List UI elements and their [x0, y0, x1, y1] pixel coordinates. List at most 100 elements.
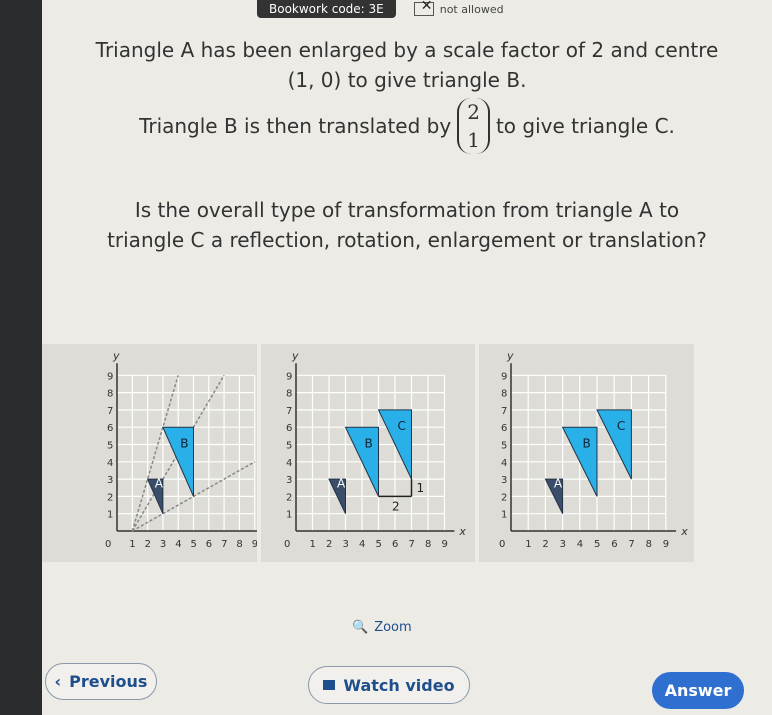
translation-vector: 2 1 — [457, 98, 490, 154]
question-line-2: Triangle B is then translated by 2 1 to … — [42, 98, 772, 154]
x-tick-label: 6 — [392, 539, 398, 550]
x-tick-label: 1 — [309, 539, 315, 550]
y-tick-label: 2 — [107, 492, 113, 503]
graphs: xy0123456789123456789AB xy01234567891234… — [42, 344, 695, 562]
triangle-label-b: B — [583, 436, 591, 450]
calculator-status: not allowed — [413, 0, 504, 16]
x-tick-label: 8 — [646, 539, 652, 550]
x-tick-label: 5 — [191, 539, 197, 550]
y-tick-label: 7 — [501, 406, 507, 417]
x-tick-label: 7 — [221, 539, 227, 550]
y-tick-label: 8 — [286, 389, 292, 400]
triangle-label-b: B — [180, 436, 188, 450]
y-tick-label: 6 — [107, 423, 113, 434]
x-tick-label: 4 — [175, 539, 181, 550]
y-tick-label: 4 — [501, 458, 507, 469]
x-tick-label: 8 — [236, 539, 242, 550]
x-tick-label: 2 — [145, 539, 151, 550]
zoom-label: Zoom — [374, 620, 412, 635]
construction-ray — [131, 375, 179, 532]
x-tick-label: 6 — [612, 539, 618, 550]
top-bar: Bookwork code: 3E not allowed — [257, 0, 504, 18]
x-tick-label: 9 — [663, 539, 669, 550]
triangle-label-c: C — [617, 419, 625, 433]
x-tick-label: 3 — [160, 539, 166, 550]
y-axis-label: y — [506, 350, 514, 363]
previous-label: Previous — [69, 672, 148, 691]
y-tick-label: 4 — [107, 458, 113, 469]
x-tick-label: 4 — [577, 539, 583, 550]
triangle-label-a: A — [554, 477, 563, 491]
question-text: to give triangle C. — [495, 114, 675, 138]
calculator-not-allowed-icon — [413, 0, 434, 16]
arrow-label-horizontal: 2 — [392, 499, 400, 513]
y-tick-label: 5 — [107, 441, 113, 452]
chevron-left-icon: ‹ — [54, 672, 62, 691]
x-tick-label: 0 — [499, 539, 505, 550]
y-axis-label: y — [112, 350, 120, 363]
x-tick-label: 5 — [594, 539, 600, 550]
y-tick-label: 3 — [286, 475, 292, 486]
x-axis-label: x — [681, 525, 689, 538]
video-camera-icon — [323, 680, 336, 690]
x-tick-label: 0 — [284, 539, 290, 550]
answer-button[interactable]: Answer — [652, 672, 744, 709]
x-tick-label: 9 — [252, 539, 257, 550]
y-tick-label: 2 — [501, 492, 507, 503]
x-tick-label: 8 — [425, 539, 431, 550]
y-tick-label: 2 — [286, 492, 292, 503]
x-tick-label: 1 — [129, 539, 135, 550]
x-tick-label: 7 — [629, 539, 635, 550]
vector-top: 2 — [467, 100, 480, 124]
y-tick-label: 1 — [286, 510, 292, 521]
x-tick-label: 3 — [342, 539, 348, 550]
y-tick-label: 5 — [501, 441, 507, 452]
y-tick-label: 9 — [107, 371, 113, 382]
bookwork-code: Bookwork code: 3E — [257, 0, 396, 18]
y-tick-label: 1 — [107, 510, 113, 521]
x-axis-label: x — [458, 525, 466, 538]
question-text: Triangle B is then translated by — [139, 114, 452, 138]
y-tick-label: 8 — [501, 389, 507, 400]
y-tick-label: 7 — [286, 406, 292, 417]
vector-bottom: 1 — [467, 128, 480, 152]
y-tick-label: 6 — [286, 423, 292, 434]
zoom-button[interactable]: 🔍 Zoom — [352, 620, 412, 635]
x-tick-label: 1 — [526, 539, 532, 550]
x-tick-label: 3 — [560, 539, 566, 550]
triangle-label-a: A — [155, 477, 164, 491]
y-tick-label: 9 — [286, 371, 292, 382]
y-tick-label: 5 — [286, 441, 292, 452]
x-tick-label: 4 — [359, 539, 365, 550]
previous-button[interactable]: ‹ Previous — [45, 663, 157, 700]
y-tick-label: 7 — [107, 406, 113, 417]
graph-1: xy0123456789123456789AB — [42, 344, 257, 562]
question-line-1: Triangle A has been enlarged by a scale … — [95, 38, 719, 92]
x-tick-label: 5 — [375, 539, 381, 550]
arrow-label-vertical: 1 — [416, 481, 424, 495]
triangle-label-b: B — [364, 436, 372, 450]
graph-3: xy0 1 2 3 4 5 6 7 8 9123456789ABC — [479, 344, 695, 562]
watch-video-label: Watch video — [343, 675, 455, 695]
y-tick-label: 8 — [107, 389, 113, 400]
y-tick-label: 4 — [286, 458, 292, 469]
y-tick-label: 3 — [501, 475, 507, 486]
x-tick-label: 7 — [408, 539, 414, 550]
graph-2: xy0 1 2 3 4 5 6 7 8 9123456789ABC21 — [260, 344, 476, 562]
x-tick-label: 2 — [543, 539, 549, 550]
x-tick-label: 0 — [105, 539, 111, 550]
screen: Bookwork code: 3E not allowed Triangle A… — [42, 0, 772, 715]
triangle-label-c: C — [397, 419, 405, 433]
x-tick-label: 9 — [441, 539, 447, 550]
question-line-3: Is the overall type of transformation fr… — [107, 198, 707, 252]
magnifier-icon: 🔍 — [352, 620, 369, 635]
y-tick-label: 3 — [107, 475, 113, 486]
watch-video-button[interactable]: Watch video — [308, 666, 470, 704]
y-tick-label: 9 — [501, 371, 507, 382]
y-tick-label: 6 — [501, 423, 507, 434]
y-axis-label: y — [291, 350, 299, 363]
x-tick-label: 2 — [326, 539, 332, 550]
triangle-label-a: A — [337, 477, 346, 491]
x-tick-label: 6 — [206, 539, 212, 550]
y-tick-label: 1 — [501, 510, 507, 521]
